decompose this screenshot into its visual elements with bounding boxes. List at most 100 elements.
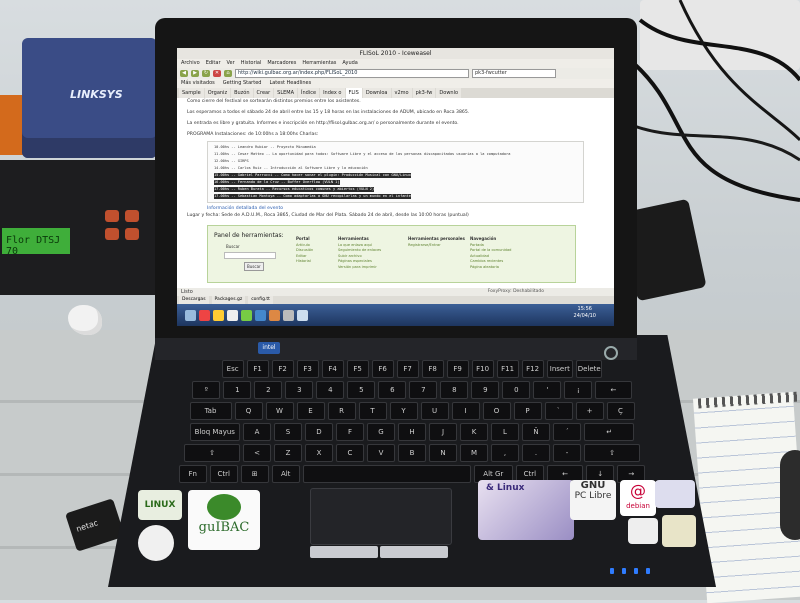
key[interactable]: Y — [389, 402, 418, 420]
workspace-pager-icon[interactable] — [283, 309, 294, 321]
key[interactable]: D — [305, 423, 333, 441]
key[interactable]: Alt — [271, 465, 300, 483]
menu-editar[interactable]: Editar — [206, 59, 221, 68]
key[interactable]: G — [367, 423, 395, 441]
key[interactable]: ⊞ — [240, 465, 269, 483]
key[interactable]: ⇧ — [584, 444, 640, 462]
key[interactable]: S — [274, 423, 302, 441]
key[interactable]: 3 — [285, 381, 314, 399]
menu-ayuda[interactable]: Ayuda — [342, 59, 357, 68]
key[interactable]: A — [243, 423, 271, 441]
bookmark-item[interactable]: Getting Started — [223, 79, 262, 88]
key[interactable]: 7 — [409, 381, 438, 399]
key[interactable]: Ç — [606, 402, 635, 420]
key[interactable]: F4 — [321, 360, 344, 378]
key[interactable]: ¡ — [564, 381, 593, 399]
key[interactable]: Esc — [221, 360, 244, 378]
key[interactable]: F8 — [421, 360, 444, 378]
key[interactable]: F2 — [271, 360, 294, 378]
key[interactable]: L — [491, 423, 519, 441]
key[interactable]: ← — [595, 381, 632, 399]
tab[interactable]: Sample — [179, 88, 204, 98]
menu-marcadores[interactable]: Marcadores — [267, 59, 296, 68]
key[interactable]: Z — [274, 444, 302, 462]
bookmark-item[interactable]: Latest Headlines — [269, 79, 311, 88]
tab[interactable]: pk3-fw — [412, 88, 436, 98]
key[interactable]: 6 — [378, 381, 407, 399]
menu-ver[interactable]: Ver — [227, 59, 235, 68]
key[interactable]: , — [491, 444, 519, 462]
app-icon[interactable] — [227, 309, 238, 321]
key[interactable]: º — [192, 381, 221, 399]
search-input[interactable]: pk3-fwcutter — [472, 69, 556, 78]
key[interactable]: U — [420, 402, 449, 420]
download-item[interactable]: Descargas — [179, 296, 209, 304]
key[interactable]: Bloq Mayus — [189, 423, 240, 441]
tool-link[interactable]: Discusión — [296, 248, 313, 252]
key[interactable]: X — [305, 444, 333, 462]
touchpad-right-button[interactable] — [380, 546, 448, 558]
key[interactable]: I — [451, 402, 480, 420]
key[interactable]: Fn — [178, 465, 207, 483]
key[interactable]: P — [513, 402, 542, 420]
menu-herramientas[interactable]: Herramientas — [302, 59, 336, 68]
app-icon[interactable] — [213, 309, 224, 321]
key[interactable]: N — [429, 444, 457, 462]
key[interactable]: - — [553, 444, 581, 462]
tool-link[interactable]: Cambios recientes — [470, 259, 503, 263]
tab[interactable]: Downlo — [436, 88, 462, 98]
key[interactable]: F7 — [396, 360, 419, 378]
key[interactable]: 4 — [316, 381, 345, 399]
tool-link[interactable]: Portada — [470, 243, 484, 247]
url-bar[interactable]: http://wiki.gulbac.org.ar/index.php/FLIS… — [235, 69, 469, 78]
tool-link[interactable]: Editar — [296, 254, 307, 258]
app-menu-icon[interactable] — [185, 309, 196, 321]
key[interactable]: Ctrl — [209, 465, 238, 483]
buscar-button[interactable]: Buscar — [244, 262, 264, 271]
tool-link[interactable]: Actualidad — [470, 254, 489, 258]
key[interactable]: E — [296, 402, 325, 420]
key[interactable]: F1 — [246, 360, 269, 378]
key[interactable]: F10 — [471, 360, 494, 378]
key[interactable]: . — [522, 444, 550, 462]
key[interactable]: Insert — [546, 360, 573, 378]
tool-link[interactable]: Página aleatoria — [470, 265, 499, 269]
key[interactable]: ↵ — [584, 423, 635, 441]
tool-link[interactable]: Lo que enlaza aquí — [338, 243, 372, 247]
key[interactable]: J — [429, 423, 457, 441]
key[interactable]: F3 — [296, 360, 319, 378]
tool-link[interactable]: Historial — [296, 259, 311, 263]
tool-link[interactable]: Registrarse/Entrar — [408, 243, 441, 247]
menu-historial[interactable]: Historial — [241, 59, 262, 68]
tool-link[interactable]: Seguimiento de enlaces — [338, 248, 381, 252]
key[interactable]: F6 — [371, 360, 394, 378]
app-icon[interactable] — [255, 309, 266, 321]
foxyproxy-status[interactable]: FoxyProxy: Deshabilitado — [488, 288, 544, 296]
home-icon[interactable]: ⌂ — [224, 70, 232, 77]
key[interactable]: Delete — [576, 360, 603, 378]
key[interactable]: O — [482, 402, 511, 420]
key[interactable]: Q — [234, 402, 263, 420]
tab[interactable]: Buzón — [231, 88, 253, 98]
key[interactable]: ` — [544, 402, 573, 420]
back-icon[interactable]: ◀ — [180, 70, 188, 77]
app-icon[interactable] — [199, 309, 210, 321]
key[interactable]: 1 — [223, 381, 252, 399]
tool-link[interactable]: Artículo — [296, 243, 310, 247]
touchpad[interactable] — [310, 488, 452, 545]
tab[interactable]: Index o — [320, 88, 345, 98]
app-icon[interactable] — [269, 309, 280, 321]
stop-icon[interactable]: ✕ — [213, 70, 221, 77]
key[interactable]: W — [265, 402, 294, 420]
key[interactable]: H — [398, 423, 426, 441]
key[interactable]: ' — [533, 381, 562, 399]
tab[interactable]: Índice — [298, 88, 320, 98]
key[interactable]: Ñ — [522, 423, 550, 441]
key[interactable]: M — [460, 444, 488, 462]
bookmark-item[interactable]: Más visitados — [181, 79, 215, 88]
download-item[interactable]: config.tt — [248, 296, 273, 304]
tab[interactable]: Organiz — [204, 88, 231, 98]
key[interactable]: ⇧ — [184, 444, 240, 462]
key[interactable]: V — [367, 444, 395, 462]
tab[interactable]: v2mo — [391, 88, 412, 98]
